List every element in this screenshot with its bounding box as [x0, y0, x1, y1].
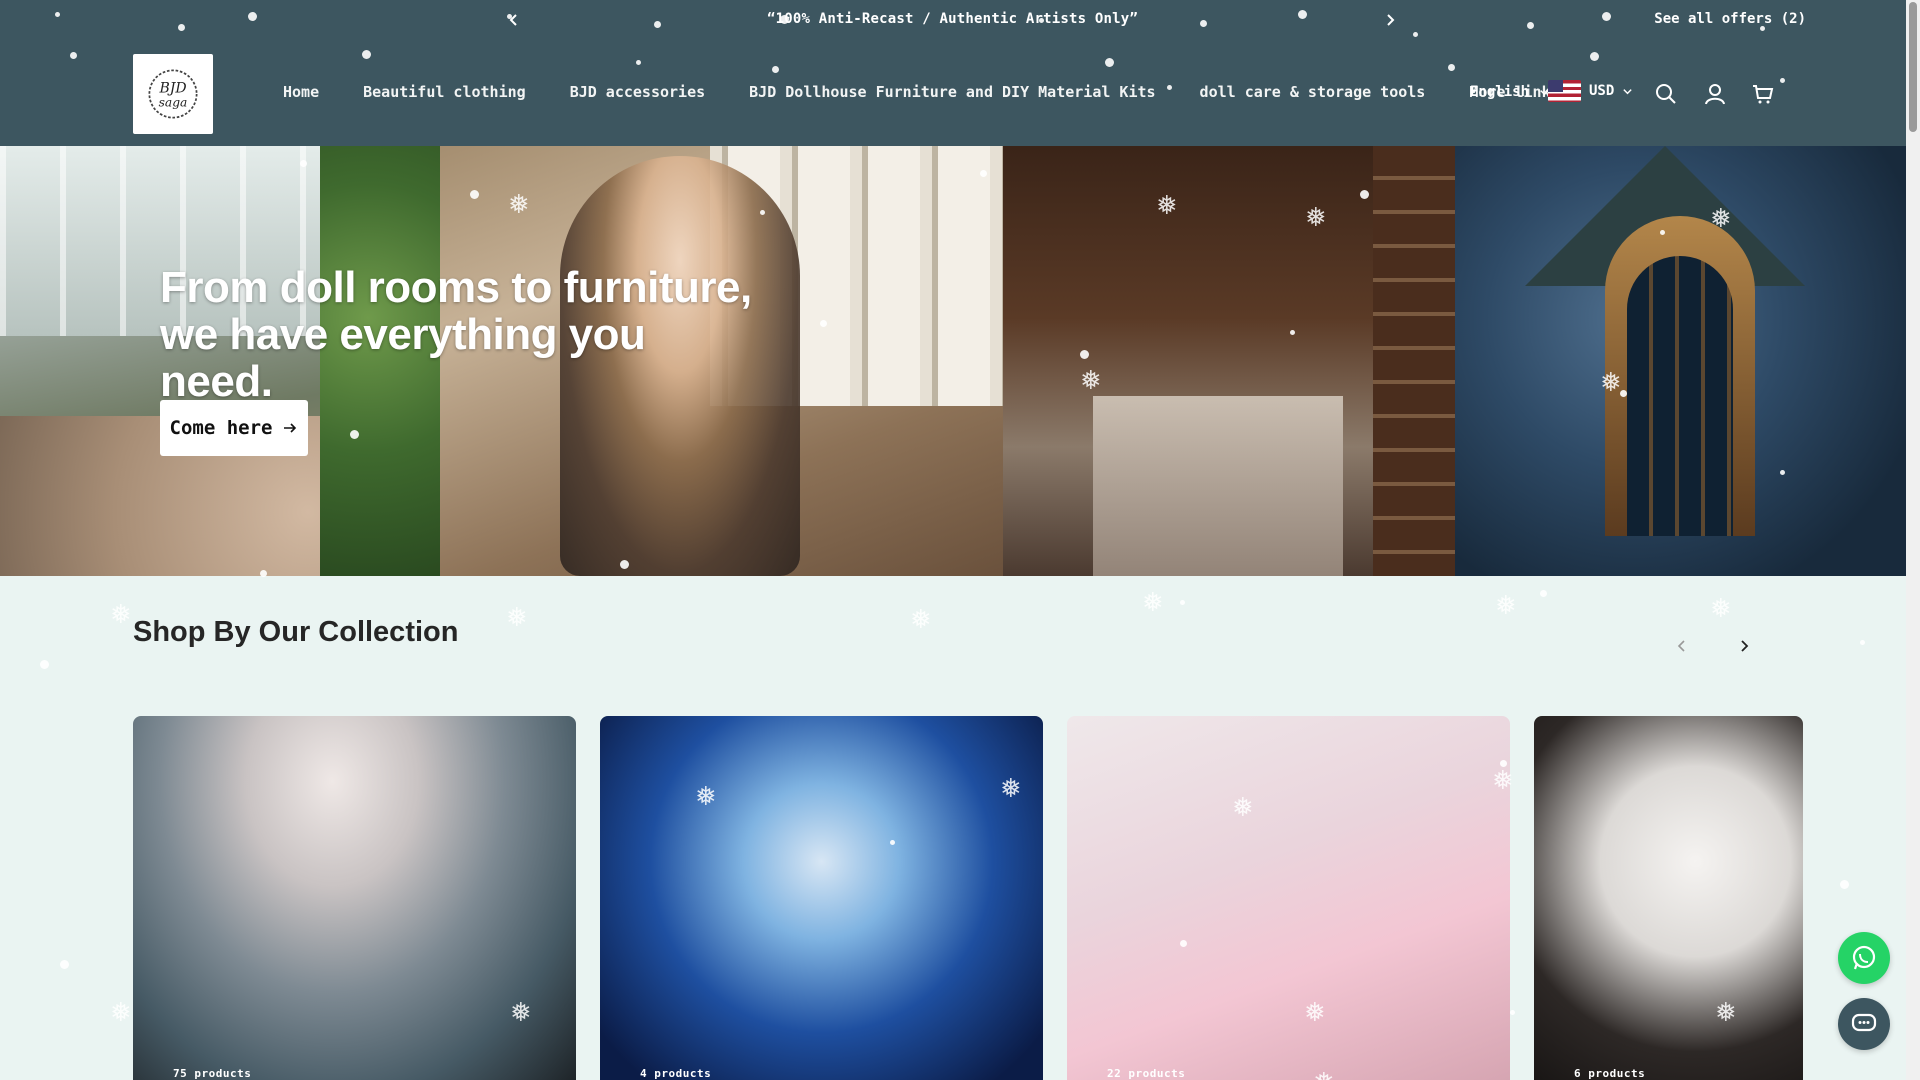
snowflake-icon: ❅ — [506, 603, 528, 633]
snow-dot — [60, 960, 69, 969]
announcement-next-button[interactable] — [1378, 8, 1402, 32]
snow-dot — [40, 660, 49, 669]
currency-label: USD — [1589, 83, 1615, 99]
language-selector[interactable]: English — [1470, 84, 1550, 100]
arrow-right-icon — [284, 423, 297, 433]
hero-banner: From doll rooms to furniture, we have eve… — [0, 146, 1906, 576]
chevron-left-icon — [1677, 640, 1685, 652]
product-count: 6 products — [1574, 1067, 1646, 1080]
chevron-left-icon — [509, 14, 517, 26]
collection-carousel: 75 products 4 products 22 products 6 pro… — [133, 716, 1803, 1080]
hero-image-fireplace — [1003, 146, 1455, 576]
search-icon — [1656, 84, 1676, 104]
hero-image-gothic-house — [1455, 146, 1906, 576]
svg-text:saga: saga — [159, 95, 188, 109]
collection-prev-button[interactable] — [1670, 634, 1694, 658]
snowflake-icon: ❅ — [910, 605, 932, 635]
site-header: BJD saga Home Beautiful clothing BJD acc… — [0, 42, 1920, 146]
scrollbar-thumb[interactable] — [1909, 2, 1917, 132]
hero-title: From doll rooms to furniture, we have eve… — [160, 263, 752, 406]
main-nav: Home Beautiful clothing BJD accessories … — [283, 83, 1604, 101]
snowflake-icon: ❅ — [110, 998, 132, 1028]
chevron-right-icon — [1741, 640, 1749, 652]
nav-dollhouse-furniture[interactable]: BJD Dollhouse Furniture and DIY Material… — [749, 83, 1155, 101]
account-button[interactable] — [1703, 82, 1729, 108]
svg-text:BJD: BJD — [158, 80, 186, 96]
language-label: English — [1470, 84, 1530, 100]
product-count: 4 products — [640, 1067, 712, 1080]
cta-label: Come here — [169, 417, 273, 439]
collection-title: Shop By Our Collection — [133, 616, 459, 648]
cart-icon — [1753, 85, 1774, 104]
nav-beautiful-clothing[interactable]: Beautiful clothing — [363, 83, 526, 101]
see-all-offers-link[interactable]: See all offers (2) — [1654, 11, 1806, 27]
search-button[interactable] — [1654, 82, 1680, 108]
collection-card[interactable]: 4 products — [600, 716, 1043, 1080]
snow-dot — [1540, 590, 1547, 597]
snow-dot — [1180, 600, 1185, 605]
snowflake-icon: ❅ — [110, 600, 132, 630]
snowflake-icon: ❅ — [1495, 591, 1517, 621]
collection-card[interactable]: 75 products — [133, 716, 576, 1080]
collection-next-button[interactable] — [1732, 634, 1756, 658]
chevron-down-icon — [1622, 86, 1633, 97]
product-count: 75 products — [173, 1067, 252, 1080]
bjd-saga-logo: BJD saga — [148, 69, 198, 119]
announcement-prev-button[interactable] — [502, 8, 526, 32]
snowflake-icon: ❅ — [1142, 588, 1164, 618]
nav-bjd-accessories[interactable]: BJD accessories — [570, 83, 705, 101]
us-flag-icon — [1548, 80, 1581, 102]
snow-dot — [1860, 640, 1865, 645]
account-icon — [1705, 84, 1725, 105]
product-count: 22 products — [1107, 1067, 1186, 1080]
nav-doll-care[interactable]: doll care & storage tools — [1200, 83, 1426, 101]
page-scrollbar[interactable] — [1906, 0, 1920, 1080]
currency-selector[interactable]: USD — [1548, 80, 1633, 102]
snowflake-icon: ❅ — [1710, 594, 1732, 624]
chat-icon — [1851, 1013, 1877, 1032]
collection-card[interactable]: 6 products — [1534, 716, 1803, 1080]
chat-button[interactable] — [1838, 998, 1890, 1050]
cart-button[interactable] — [1751, 82, 1777, 108]
nav-home[interactable]: Home — [283, 83, 319, 101]
logo[interactable]: BJD saga — [133, 54, 213, 134]
chevron-right-icon — [1387, 14, 1395, 26]
come-here-button[interactable]: Come here — [160, 400, 308, 456]
snow-dot — [1840, 880, 1849, 889]
whatsapp-button[interactable] — [1838, 932, 1890, 984]
collection-card[interactable]: 22 products — [1067, 716, 1510, 1080]
announcement-bar: “100% Anti-Recast / Authentic Artists On… — [0, 0, 1920, 42]
announcement-message: “100% Anti-Recast / Authentic Artists On… — [766, 11, 1139, 27]
whatsapp-icon — [1852, 945, 1876, 970]
